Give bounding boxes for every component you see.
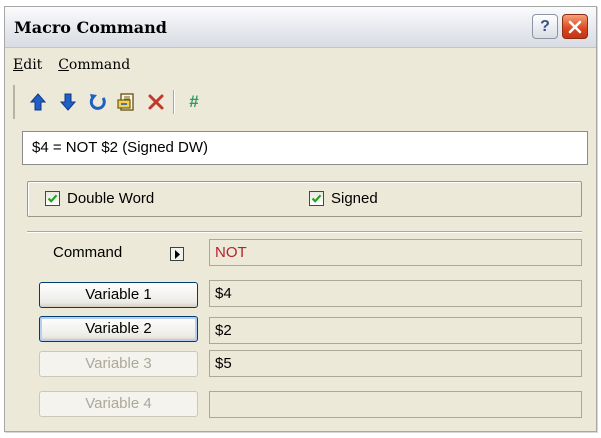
window-title: Macro Command xyxy=(14,18,167,37)
variable-1-field[interactable]: $4 xyxy=(209,280,582,307)
delete-button[interactable] xyxy=(145,91,167,113)
command-value-field[interactable]: NOT xyxy=(209,239,582,266)
triangle-right-icon xyxy=(175,250,180,259)
move-up-button[interactable] xyxy=(27,91,49,113)
refresh-button[interactable] xyxy=(87,91,109,113)
move-down-button[interactable] xyxy=(57,91,79,113)
delete-icon xyxy=(148,94,164,110)
toolbar: # xyxy=(13,85,275,119)
section-divider xyxy=(27,231,582,233)
document-icon xyxy=(117,93,134,111)
macro-command-dialog: Macro Command ? Edit Command # $4 = NOT … xyxy=(4,6,597,432)
refresh-icon xyxy=(89,94,106,110)
command-selector[interactable]: Command xyxy=(39,241,198,267)
toolbar-separator xyxy=(173,90,175,114)
title-bar[interactable]: Macro Command ? xyxy=(5,7,596,48)
signed-check[interactable] xyxy=(309,191,324,206)
command-dropdown-button[interactable] xyxy=(170,247,184,261)
command-preview-field[interactable]: $4 = NOT $2 (Signed DW) xyxy=(22,131,588,165)
double-word-label: Double Word xyxy=(67,190,155,207)
menu-bar: Edit Command xyxy=(13,56,142,78)
hash-button[interactable]: # xyxy=(183,91,205,113)
hash-icon: # xyxy=(189,92,199,111)
close-icon xyxy=(568,20,582,34)
command-label: Command xyxy=(53,244,123,261)
arrow-up-icon xyxy=(29,93,47,111)
variable-2-button[interactable]: Variable 2 xyxy=(39,316,198,342)
signed-label: Signed xyxy=(331,190,378,207)
arrow-down-icon xyxy=(59,93,77,111)
variable-4-field[interactable] xyxy=(209,391,582,418)
question-icon: ? xyxy=(540,18,550,35)
double-word-check[interactable] xyxy=(45,191,60,206)
variable-3-button: Variable 3 xyxy=(39,351,198,377)
variable-4-button: Variable 4 xyxy=(39,391,198,417)
help-button[interactable]: ? xyxy=(532,14,558,39)
document-button[interactable] xyxy=(116,91,138,113)
checkmark-icon xyxy=(47,194,58,203)
variable-1-button[interactable]: Variable 1 xyxy=(39,282,198,308)
variable-2-field[interactable]: $2 xyxy=(209,317,582,344)
menu-command[interactable]: Command xyxy=(58,57,130,73)
checkmark-icon xyxy=(311,194,322,203)
menu-edit[interactable]: Edit xyxy=(13,57,42,73)
close-button[interactable] xyxy=(562,14,588,39)
options-group: Double Word Signed xyxy=(27,181,582,217)
variable-3-field[interactable]: $5 xyxy=(209,350,582,377)
